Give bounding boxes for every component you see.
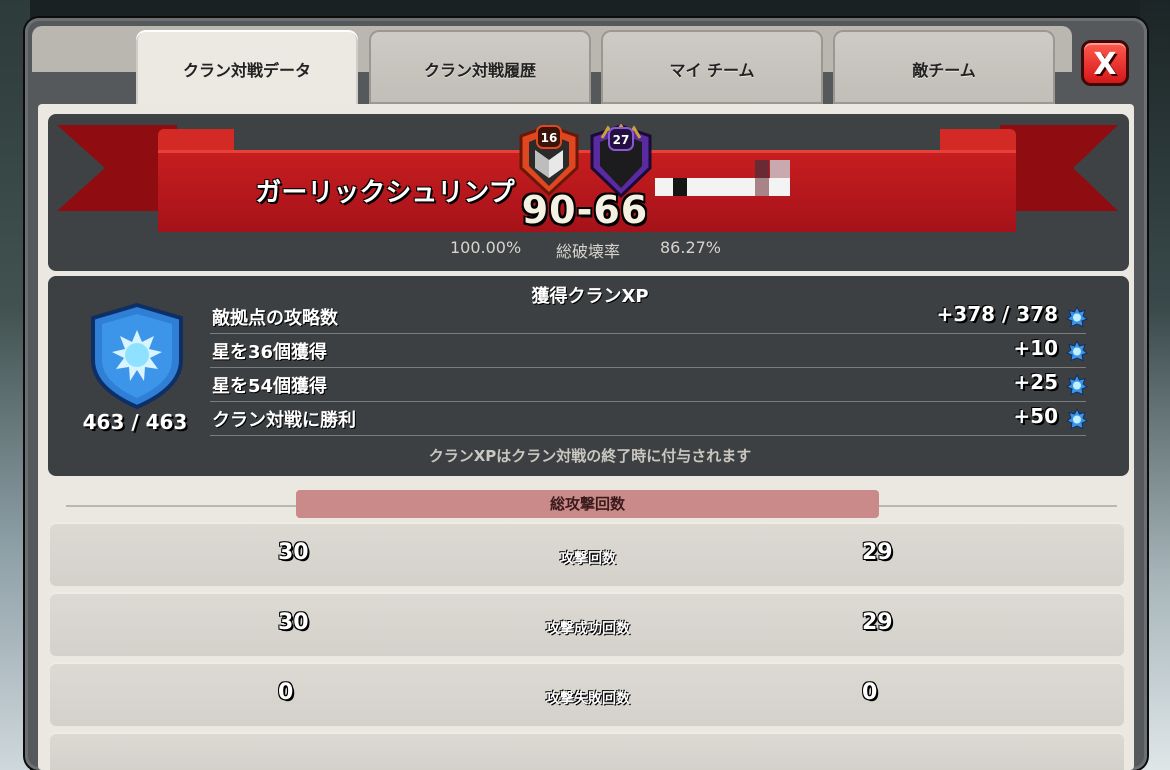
stat-row: 0 攻撃失敗回数 0 <box>50 662 1124 726</box>
tab-clan-war-history[interactable]: クラン対戦履歴 <box>369 30 591 104</box>
war-score: 90-66 <box>521 188 649 232</box>
clan-xp-icon <box>1066 408 1088 430</box>
enemy-destruction: 86.27% <box>660 238 722 257</box>
stat-row-partial <box>50 732 1124 770</box>
xp-row-value: +25 <box>1013 370 1058 394</box>
clan-xp-shield-icon <box>91 302 183 410</box>
xp-row: 星を36個獲得 +10 <box>210 334 1088 368</box>
clan-stat-value: 30 <box>278 540 309 565</box>
xp-row: 星を54個獲得 +25 <box>210 368 1088 402</box>
section-divider-right <box>879 505 1117 507</box>
xp-row-value: +10 <box>1013 336 1058 360</box>
clan-name: ガーリックシュリンプ <box>255 178 515 208</box>
stat-label: 攻撃回数 <box>560 551 616 567</box>
clan-stat-value: 0 <box>278 680 294 705</box>
destruction-label: 総破壊率 <box>556 242 621 261</box>
xp-row-label: 星を54個獲得 <box>212 376 328 397</box>
xp-row-label: 敵拠点の攻略数 <box>212 308 338 329</box>
xp-row: クラン対戦に勝利 +50 <box>210 402 1088 436</box>
clan-stat-value: 30 <box>278 610 309 635</box>
clan-destruction: 100.00% <box>450 238 522 257</box>
tab-my-team[interactable]: マイ チーム <box>601 30 823 104</box>
clan-xp-icon <box>1066 340 1088 362</box>
tab-label: マイ チーム <box>669 61 755 80</box>
enemy-stat-value: 0 <box>862 680 878 705</box>
stat-label: 攻撃失敗回数 <box>546 691 630 707</box>
section-divider-left <box>66 505 296 507</box>
xp-row-label: 星を36個獲得 <box>212 342 328 363</box>
tab-label: クラン対戦データ <box>182 61 311 80</box>
enemy-clan-level: 27 <box>613 133 630 147</box>
close-button[interactable]: X <box>1081 40 1129 86</box>
destruction-row: 100.00% 総破壊率 86.27% <box>380 238 800 261</box>
enemy-clan-badge-icon: 27 <box>590 124 652 198</box>
xp-row: 敵拠点の攻略数 +378 / 378 <box>210 300 1088 334</box>
stat-row: 30 攻撃回数 29 <box>50 522 1124 586</box>
stat-label: 攻撃成功回数 <box>546 621 630 637</box>
clan-level: 16 <box>541 131 558 145</box>
clan-xp-icon <box>1066 306 1088 328</box>
tab-clan-war-data[interactable]: クラン対戦データ <box>136 30 358 108</box>
xp-row-label: クラン対戦に勝利 <box>212 410 356 431</box>
tab-label: クラン対戦履歴 <box>423 61 536 80</box>
enemy-clan-name-redacted <box>655 160 790 200</box>
enemy-stat-value: 29 <box>862 540 893 565</box>
clan-xp-icon <box>1066 374 1088 396</box>
clan-badge-icon: 16 <box>519 124 579 196</box>
xp-note: クランXPはクラン対戦の終了時に付与されます <box>428 447 752 465</box>
tab-enemy-team[interactable]: 敵チーム <box>833 30 1055 104</box>
xp-row-value: +378 / 378 <box>936 302 1058 326</box>
xp-total: 463 / 463 <box>82 410 188 434</box>
section-title-total-attacks: 総攻撃回数 <box>296 490 879 518</box>
background-top <box>0 0 1170 20</box>
tab-label: 敵チーム <box>912 61 976 80</box>
stat-row: 30 攻撃成功回数 29 <box>50 592 1124 656</box>
close-icon: X <box>1093 47 1117 82</box>
xp-row-value: +50 <box>1013 404 1058 428</box>
enemy-stat-value: 29 <box>862 610 893 635</box>
